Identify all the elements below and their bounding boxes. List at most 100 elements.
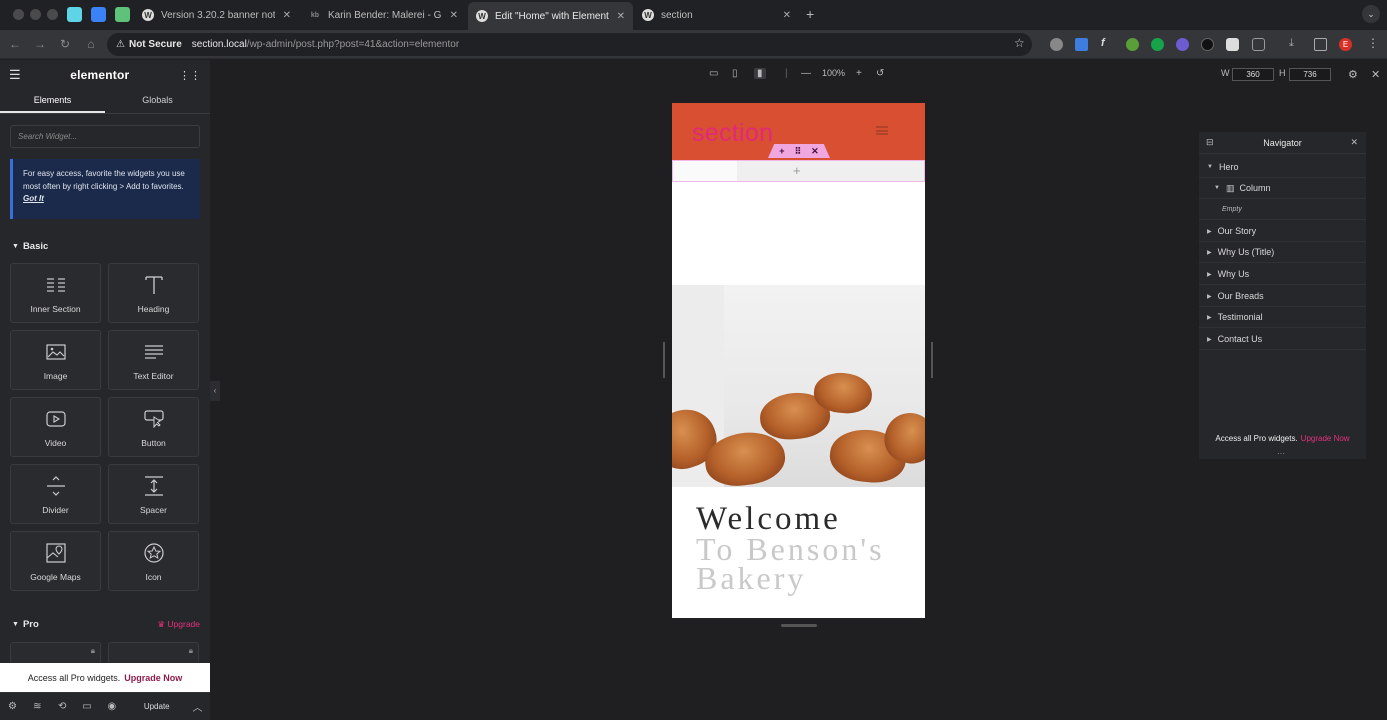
widget-pro-locked[interactable]: 🔒︎ (10, 642, 101, 664)
navigator-item-why-us[interactable]: ▶ Why Us (1199, 264, 1366, 285)
new-tab-icon[interactable]: + (806, 6, 814, 22)
navigator-resize-handle[interactable]: ··· (1277, 449, 1285, 458)
navigator-item-contact-us[interactable]: ▶ Contact Us (1199, 329, 1366, 350)
pinned-tab-icon[interactable] (91, 7, 106, 22)
add-widget-icon[interactable]: + (793, 163, 801, 178)
navigator-item-our-breads[interactable]: ▶ Our Breads (1199, 286, 1366, 307)
url-field[interactable]: ⚠ Not Secure section.local/wp-admin/post… (107, 33, 1032, 56)
chevron-up-icon[interactable]: ︿ (185, 699, 210, 714)
navigator-item-our-story[interactable]: ▶ Our Story (1199, 221, 1366, 242)
responsive-icon[interactable]: ▭ (75, 701, 100, 712)
extension-icon[interactable] (1075, 38, 1088, 51)
resize-handle-bottom[interactable] (781, 624, 817, 627)
close-icon[interactable]: ✕ (783, 10, 791, 21)
extension-icon[interactable] (1151, 38, 1164, 51)
widget-spacer[interactable]: Spacer (108, 464, 199, 524)
zoom-out-icon[interactable]: — (801, 68, 811, 79)
close-icon[interactable]: ✕ (283, 10, 291, 21)
got-it-link[interactable]: Got It (23, 194, 44, 203)
close-icon[interactable]: ✕ (450, 10, 458, 21)
desktop-icon[interactable]: ▭ (709, 68, 718, 79)
widgets-grid-icon[interactable]: ⋮⋮ (179, 69, 201, 82)
download-icon[interactable]: ⤓ (1289, 37, 1294, 50)
navigator-item-hero[interactable]: ▼ Hero (1199, 157, 1366, 178)
pro-section-header[interactable]: ▼ Pro (12, 619, 39, 630)
widget-video[interactable]: Video (10, 397, 101, 457)
site-logo[interactable]: section (692, 119, 773, 148)
upgrade-now-link[interactable]: Upgrade Now (1301, 434, 1350, 443)
search-widget-input[interactable]: Search Widget... (10, 125, 200, 148)
widget-button[interactable]: Button (108, 397, 199, 457)
extension-icon[interactable] (1226, 38, 1239, 51)
height-input[interactable]: 736 (1289, 68, 1331, 81)
section-handle[interactable]: + ⠿ ✕ (768, 144, 830, 158)
home-icon[interactable]: ⌂ (84, 37, 98, 51)
browser-tab[interactable]: kb Karin Bender: Malerei - Grafik ✕ (301, 4, 466, 26)
navigator-item-testimonial[interactable]: ▶ Testimonial (1199, 307, 1366, 328)
widget-heading[interactable]: Heading (108, 263, 199, 323)
settings-gear-icon[interactable]: ⚙ (0, 701, 25, 712)
upgrade-link[interactable]: ♛ Upgrade (157, 619, 200, 630)
puzzle-icon[interactable] (1252, 38, 1265, 51)
window-zoom-dot[interactable] (47, 9, 58, 20)
upgrade-now-link[interactable]: Upgrade Now (124, 673, 182, 683)
widget-pro-locked[interactable]: 🔒︎ (108, 642, 199, 664)
history-icon[interactable]: ⟲ (50, 701, 75, 712)
tab-search-icon[interactable]: ⌄ (1362, 5, 1380, 23)
add-icon[interactable]: + (779, 146, 784, 156)
extension-icon[interactable] (1201, 38, 1214, 51)
layers-icon[interactable]: ≋ (25, 701, 50, 712)
settings-gear-icon[interactable]: ⚙ (1348, 68, 1358, 81)
mobile-icon[interactable]: ▮ (754, 68, 766, 79)
widget-text-editor[interactable]: Text Editor (108, 330, 199, 390)
reload-icon[interactable]: ↻ (58, 37, 72, 51)
pinned-tab-icon[interactable] (115, 7, 130, 22)
bookmark-star-icon[interactable]: ☆ (1014, 36, 1025, 50)
drag-icon[interactable]: ⠿ (795, 146, 802, 157)
basic-section-header[interactable]: ▼ Basic (12, 241, 48, 252)
site-header[interactable]: section + ⠿ ✕ (672, 103, 925, 160)
navigator-item-column[interactable]: ▼ ▥ Column (1199, 178, 1366, 199)
browser-tab[interactable]: W section ✕ (634, 4, 799, 26)
tab-elements[interactable]: Elements (0, 90, 105, 113)
panel-collapse-handle[interactable]: ‹ (210, 381, 220, 401)
widget-google-maps[interactable]: Google Maps (10, 531, 101, 591)
resize-handle-right[interactable] (931, 342, 933, 378)
menu-toggle-icon[interactable] (876, 126, 888, 135)
side-panel-icon[interactable] (1314, 38, 1327, 51)
extension-icon[interactable] (1176, 38, 1189, 51)
profile-avatar[interactable]: E (1339, 38, 1352, 51)
widget-image[interactable]: Image (10, 330, 101, 390)
browser-tab[interactable]: W Version 3.20.2 banner not dis ✕ (134, 4, 299, 26)
width-input[interactable]: 360 (1232, 68, 1274, 81)
menu-kebab-icon[interactable]: ⋮ (1367, 36, 1379, 50)
navigator-item-why-us-title[interactable]: ▶ Why Us (Title) (1199, 242, 1366, 263)
close-icon[interactable]: ✕ (1371, 68, 1380, 81)
resize-handle-left[interactable] (663, 342, 665, 378)
security-label[interactable]: Not Secure (129, 39, 182, 50)
widget-inner-section[interactable]: Inner Section (10, 263, 101, 323)
widget-divider[interactable]: Divider (10, 464, 101, 524)
widget-icon[interactable]: Icon (108, 531, 199, 591)
tablet-icon[interactable]: ▯ (732, 68, 738, 79)
extension-icon[interactable] (1126, 38, 1139, 51)
back-icon[interactable]: ← (8, 37, 22, 51)
zoom-in-icon[interactable]: + (856, 68, 862, 79)
delete-icon[interactable]: ✕ (811, 146, 819, 157)
reset-zoom-icon[interactable]: ↺ (876, 68, 884, 79)
browser-tab-active[interactable]: W Edit "Home" with Elementor ✕ (468, 2, 633, 30)
empty-column[interactable]: + (672, 160, 925, 182)
forward-icon[interactable]: → (33, 37, 47, 51)
update-button[interactable]: Update (138, 702, 175, 711)
close-icon[interactable]: ✕ (617, 11, 625, 22)
window-close-dot[interactable] (13, 9, 24, 20)
preview-eye-icon[interactable]: ◉ (99, 701, 124, 712)
extension-icon[interactable] (1050, 38, 1063, 51)
tab-globals[interactable]: Globals (105, 90, 210, 113)
hamburger-icon[interactable]: ☰ (9, 67, 21, 83)
window-minimize-dot[interactable] (30, 9, 41, 20)
close-icon[interactable]: ✕ (1350, 137, 1358, 148)
hero-subheading[interactable]: To Benson's Bakery (696, 533, 916, 594)
collapse-all-icon[interactable]: ⊟ (1206, 137, 1214, 148)
pinned-tab-icon[interactable] (67, 7, 82, 22)
